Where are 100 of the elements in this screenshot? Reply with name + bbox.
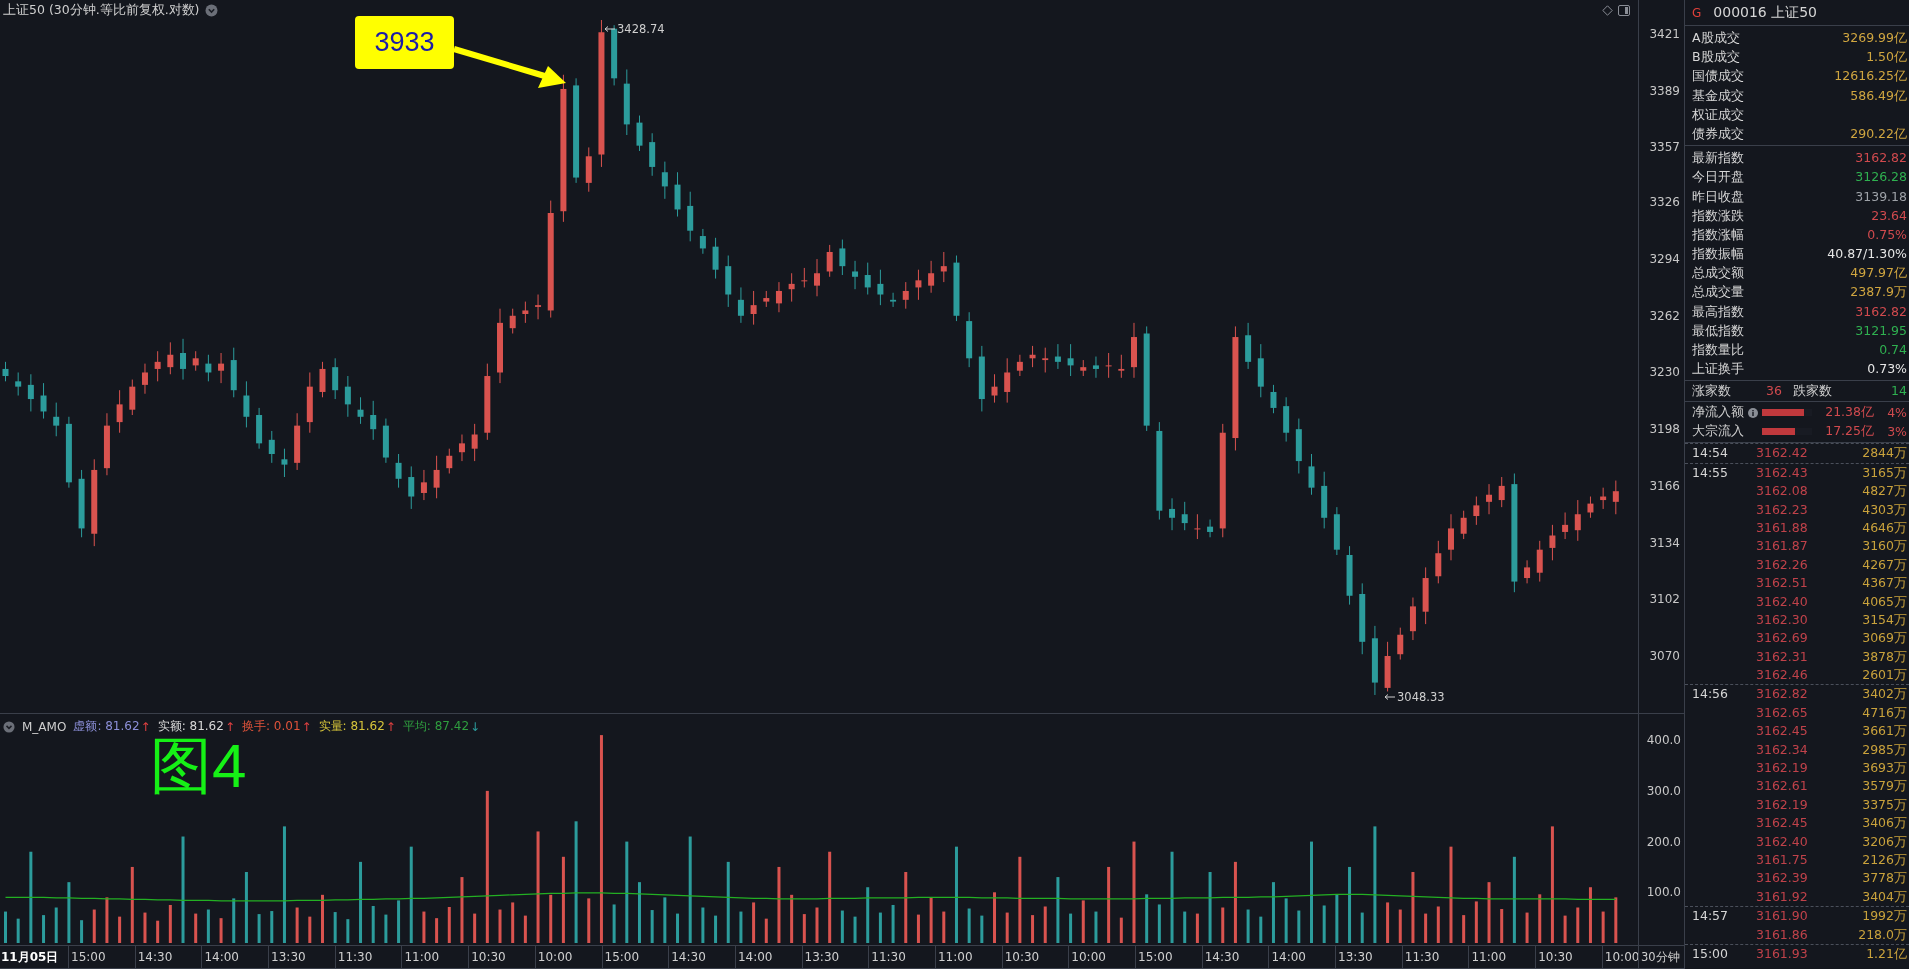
tick-price: 3162.30 — [1756, 610, 1809, 629]
tick-price: 3162.19 — [1756, 759, 1809, 777]
price-axis-tick: 3262 — [1649, 307, 1680, 324]
time-axis-label: 10:30 — [471, 950, 506, 964]
field-value: 4% — [1886, 405, 1907, 421]
tick-price: 3162.51 — [1756, 574, 1809, 593]
indicator-name: M_AMO — [22, 719, 67, 734]
field-value: 3162.82 — [1855, 149, 1907, 168]
field-value: 0.74 — [1879, 341, 1907, 359]
field-value: 3121.95 — [1855, 321, 1907, 340]
price-axis-tick: 3230 — [1649, 364, 1680, 381]
trend-arrow: ↑ — [385, 719, 396, 734]
tick-volume: 2126万 — [1861, 850, 1907, 869]
tick-time: 14:54 — [1692, 445, 1729, 461]
time-axis-label: 10:00 — [1071, 950, 1106, 964]
tick-price: 3162.82 — [1756, 685, 1809, 704]
tick-price: 3162.40 — [1756, 832, 1809, 851]
field-value: 12616.25亿 — [1834, 67, 1907, 86]
time-axis-label: 13:30 — [271, 950, 306, 964]
tick-volume: 3661万 — [1861, 722, 1907, 741]
price-axis-tick: 3166 — [1649, 477, 1680, 494]
chart-title: 上证50 (30分钟.等比前复权.对数) — [3, 1, 200, 19]
field-value: 3% — [1886, 424, 1907, 440]
trend-arrow: ↑ — [301, 719, 312, 734]
field-label: 上证换手 — [1692, 360, 1744, 379]
tick-volume: 3579万 — [1861, 777, 1907, 796]
tick-time: 15:00 — [1692, 945, 1729, 961]
field-value: 586.49亿 — [1850, 86, 1907, 105]
time-axis-label: 14:30 — [137, 950, 173, 964]
tick-price: 3162.61 — [1756, 777, 1809, 796]
field-value: 497.97亿 — [1850, 264, 1907, 283]
tick-price: 3161.75 — [1756, 850, 1809, 869]
field-label: 涨家数 — [1692, 382, 1732, 401]
field-label: 基金成交 — [1692, 86, 1744, 105]
field-label: 总成交额 — [1692, 264, 1744, 283]
field-value: 3139.18 — [1855, 187, 1907, 206]
time-axis-label: 10:00 — [537, 950, 573, 964]
time-axis-label: 15:00 — [604, 950, 640, 964]
tick-price: 3161.86 — [1756, 925, 1809, 944]
indicator-value: 换手: 0.01 — [241, 718, 301, 735]
price-axis-tick: 3198 — [1649, 421, 1680, 438]
tick-price: 3162.23 — [1756, 500, 1809, 519]
tick-volume: 4267万 — [1861, 555, 1907, 574]
tick-volume: 1.21亿 — [1865, 944, 1907, 963]
price-axis-tick: 3102 — [1649, 591, 1680, 608]
volume-axis-tick: 400.0 — [1646, 732, 1681, 749]
field-label: 今日开盘 — [1692, 168, 1744, 187]
field-label: 指数振幅 — [1692, 245, 1744, 264]
field-label: 指数涨幅 — [1692, 225, 1744, 244]
time-axis-label: 14:00 — [204, 950, 239, 964]
tick-price: 3162.31 — [1756, 647, 1809, 666]
tick-volume: 3693万 — [1861, 759, 1907, 777]
volume-axis-tick: 100.0 — [1646, 884, 1681, 901]
field-label: 跌家数 — [1793, 382, 1833, 401]
field-label: 债券成交 — [1692, 124, 1744, 143]
field-value: 21.38亿 — [1824, 404, 1874, 422]
tick-price: 3161.92 — [1756, 887, 1809, 906]
tick-volume: 3406万 — [1861, 814, 1907, 833]
field-value: 1.50亿 — [1866, 48, 1907, 67]
field-value: 3126.28 — [1855, 168, 1907, 187]
volume-axis-tick: 200.0 — [1646, 833, 1681, 850]
figure-label: 图4 — [150, 735, 247, 797]
tick-volume: 2985万 — [1861, 740, 1907, 759]
time-axis-label: 10:00 — [1604, 950, 1640, 964]
tick-time: 14:55 — [1692, 464, 1729, 480]
price-axis-tick: 3389 — [1649, 82, 1680, 99]
indicator-value: 实量: 81.62 — [318, 718, 385, 735]
time-axis-label: 14:00 — [737, 950, 773, 964]
tick-volume: 3154万 — [1861, 610, 1907, 629]
tick-volume: 3165万 — [1861, 463, 1907, 482]
tick-price: 3162.08 — [1756, 482, 1809, 501]
time-axis-label: 14:30 — [671, 950, 706, 964]
field-value: 14 — [1890, 382, 1907, 401]
tick-volume: 3375万 — [1861, 795, 1907, 814]
field-value: 2387.9万 — [1850, 283, 1907, 302]
field-value: 0.75% — [1867, 225, 1907, 244]
tick-volume: 4646万 — [1861, 518, 1907, 537]
tick-volume: 4827万 — [1861, 482, 1907, 501]
trend-arrow: ↑ — [140, 719, 151, 734]
time-axis-label: 11:30 — [337, 950, 373, 964]
price-axis-tick: 3421 — [1649, 26, 1680, 42]
field-label: 净流入额 — [1692, 404, 1745, 422]
field-label: 昨日收盘 — [1692, 187, 1744, 206]
field-value: 23.64 — [1871, 206, 1907, 225]
tick-volume: 4065万 — [1861, 592, 1907, 611]
time-axis-label: 14:30 — [1204, 950, 1240, 964]
tick-price: 3162.43 — [1756, 463, 1809, 482]
tick-volume: 3206万 — [1861, 832, 1907, 851]
tick-price: 3161.90 — [1756, 907, 1809, 926]
field-label: 指数涨跌 — [1692, 206, 1744, 225]
price-axis-tick: 3134 — [1649, 534, 1680, 551]
field-label: A股成交 — [1692, 29, 1740, 47]
tick-volume: 2844万 — [1861, 444, 1907, 463]
tick-volume: 3069万 — [1861, 629, 1907, 648]
field-value: 0.73% — [1867, 360, 1907, 379]
time-axis-label: 15:00 — [1138, 950, 1173, 964]
indicator-value: 平均: 87.42 — [402, 718, 470, 735]
tick-volume: 1992万 — [1861, 907, 1907, 926]
tick-volume: 3160万 — [1861, 537, 1907, 556]
time-axis-label: 13:30 — [1338, 950, 1373, 964]
